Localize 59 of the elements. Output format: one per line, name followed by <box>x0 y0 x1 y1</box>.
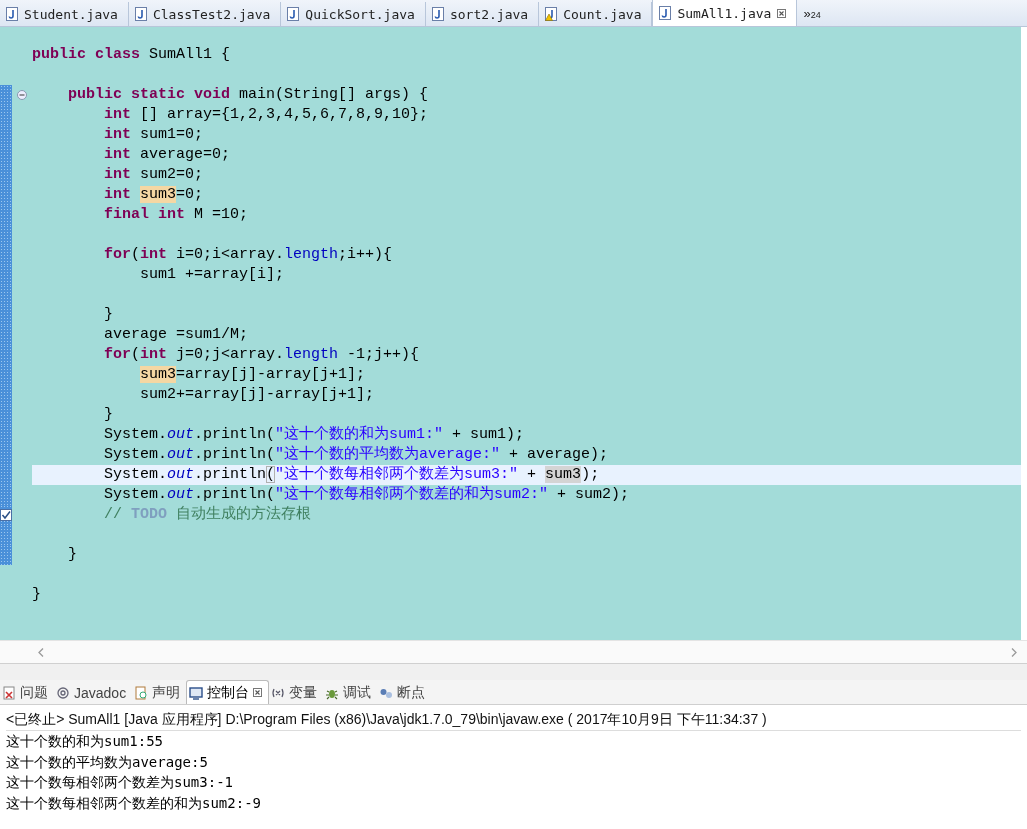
editor-tab[interactable]: ClassTest2.java <box>128 2 282 26</box>
editor-tab[interactable]: SumAll1.java <box>652 0 798 26</box>
close-icon[interactable] <box>777 8 787 18</box>
code-line: System.out.println("这十个数每相邻两个数差的和为sum2:" + sum2); <box>103 486 630 503</box>
code-line: int sum2=0; <box>103 166 204 183</box>
code-line: sum1 +=array[i]; <box>139 266 285 283</box>
view-tab[interactable]: 变量 <box>269 682 324 704</box>
code-line: public class SumAll1 { <box>32 46 231 63</box>
scroll-right-icon[interactable] <box>1011 647 1017 657</box>
java-file-icon <box>659 6 672 20</box>
editor-tab[interactable]: QuickSort.java <box>281 2 426 26</box>
code-line: for(int j=0;j<array.length -1;j++){ <box>103 346 420 363</box>
task-checkbox-icon <box>0 509 12 521</box>
code-line: // TODO 自动生成的方法存根 <box>103 506 312 523</box>
code-line: System.out.println("这十个数每相邻两个数差为sum3:" + sum3); <box>103 466 600 483</box>
view-tab[interactable]: 问题 <box>0 682 54 704</box>
code-line: int sum1=0; <box>103 126 204 143</box>
code-line: System.out.println("这十个数的和为sum1:" + sum1); <box>103 426 525 443</box>
breakpoints-icon <box>379 686 394 700</box>
code-line: System.out.println("这十个数的平均数为average:" + average); <box>103 446 609 463</box>
java-file-icon <box>545 7 558 21</box>
code-line: int average=0; <box>103 146 231 163</box>
sash[interactable] <box>0 663 1027 680</box>
java-file-icon <box>431 7 444 21</box>
code-line: int sum3=0; <box>103 186 204 203</box>
console-status-line: <已终止> SumAll1 [Java 应用程序] D:\Program Files (x86)\Java\jdk1.7.0_79\bin\javaw.exe ( 2017年10月9日 下午11:34:37 ) <box>6 709 1021 731</box>
code-line: } <box>67 546 77 563</box>
editor-tab[interactable]: sort2.java <box>425 2 540 26</box>
collapse-icon[interactable] <box>17 90 27 100</box>
java-file-icon <box>287 7 300 21</box>
java-file-icon <box>6 7 18 21</box>
code-line: sum2+=array[j]-array[j+1]; <box>139 386 375 403</box>
code-line: sum3=array[j]-array[j+1]; <box>139 366 366 383</box>
editor-tab[interactable]: Student.java <box>0 2 129 26</box>
code-line: final int M =10; <box>103 206 249 223</box>
code-line: } <box>103 406 113 423</box>
horizontal-scrollbar[interactable] <box>0 640 1027 663</box>
scroll-left-icon[interactable] <box>38 647 44 657</box>
console-output-line: 这十个数的平均数为average:5 <box>6 752 209 772</box>
console-output-line: 这十个数的和为sum1:55 <box>6 732 164 751</box>
java-file-icon <box>134 7 147 21</box>
view-tab[interactable]: 调试 <box>323 682 378 704</box>
code-line: } <box>103 306 113 323</box>
view-tab[interactable]: 声明 <box>132 682 187 704</box>
code-line: average =sum1/M; <box>103 326 249 343</box>
console-output-line: 这十个数每相邻两个数差的和为sum2:-9 <box>6 793 262 813</box>
view-tab[interactable]: 断点 <box>377 682 432 704</box>
more-tabs-button[interactable]: »24 <box>797 2 827 26</box>
view-tab[interactable]: 控制台 <box>186 680 270 704</box>
view-tab[interactable]: Javadoc <box>54 682 133 704</box>
variables-icon <box>271 686 286 700</box>
code-line: } <box>32 586 41 603</box>
code-line: for(int i=0;i<array.length;i++){ <box>103 246 393 263</box>
close-icon[interactable] <box>253 688 263 697</box>
declaration-icon <box>134 686 149 700</box>
console-icon <box>189 685 204 700</box>
code-line: int [] array={1,2,3,4,5,6,7,8,9,10}; <box>103 106 429 123</box>
console-output-line: 这十个数每相邻两个数差为sum3:-1 <box>6 773 234 792</box>
code-line: public static void main(String[] args) { <box>67 86 429 103</box>
